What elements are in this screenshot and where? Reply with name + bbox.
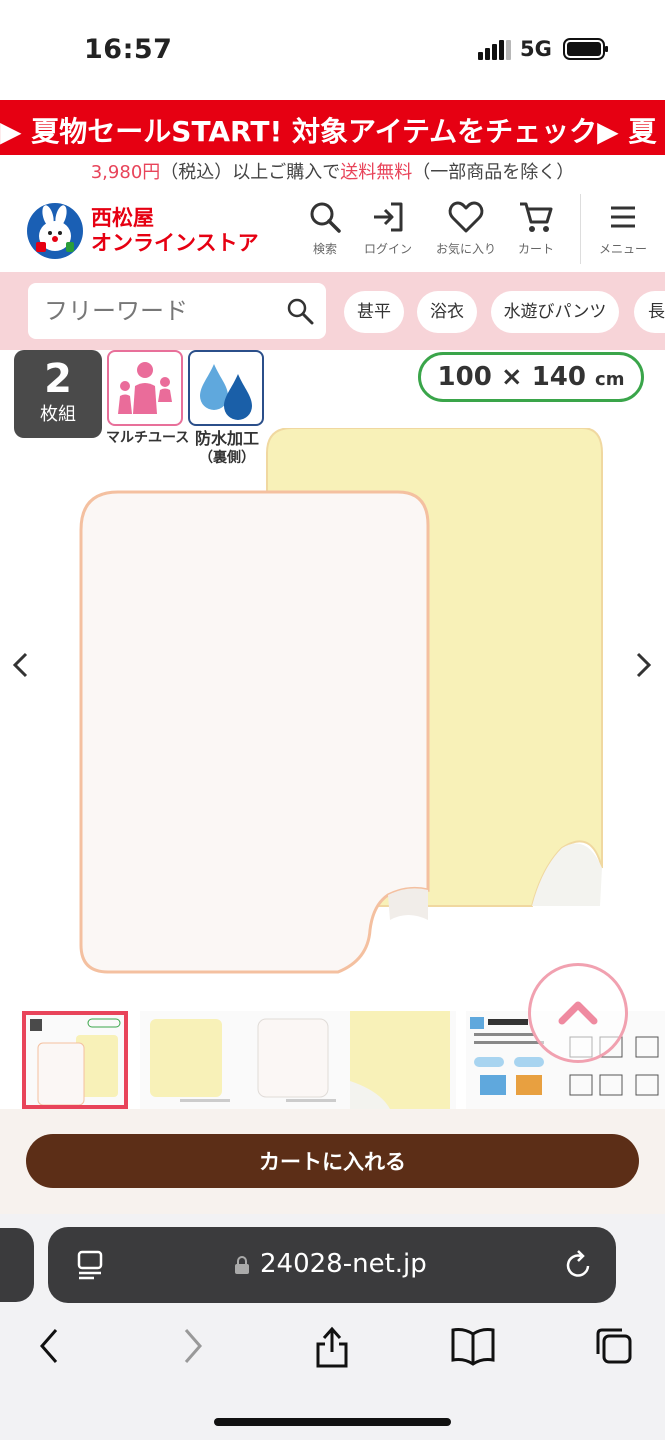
search-label: 検索 [312, 242, 337, 256]
header-cart-button[interactable]: カート [501, 200, 571, 264]
sale-banner-text: ▶ 夏物セールSTART! 対象アイテムをチェック▶ 夏 [0, 115, 657, 148]
thumbnail-2-image [150, 1019, 230, 1102]
shipping-notice: 3,980円（税込）以上ご購入で送料無料（一部商品を除く） [0, 158, 665, 192]
thumbnail-3[interactable] [246, 1011, 352, 1109]
address-bar[interactable]: 24028-net.jp [48, 1227, 616, 1303]
thumbnail-4-image [350, 1011, 450, 1109]
login-icon [374, 202, 403, 232]
keyword-chip-swim-pants[interactable]: 水遊びパンツ [491, 291, 619, 333]
reload-icon[interactable] [564, 1249, 594, 1281]
waterproof-label: 防水加工 [194, 429, 259, 448]
header-search-button[interactable]: 検索 [290, 200, 360, 264]
back-arrow-icon[interactable] [30, 1326, 70, 1366]
bookmarks-icon[interactable] [450, 1326, 496, 1366]
white-sheet-image [79, 490, 430, 974]
forward-arrow-icon[interactable] [172, 1326, 212, 1366]
set-count-badge: 2 枚組 [14, 350, 102, 438]
add-to-cart-button[interactable]: カートに入れる [26, 1134, 639, 1188]
add-to-cart-bar: カートに入れる [0, 1109, 665, 1214]
cart-icon [520, 202, 553, 232]
size-badge: 100 × 140 cm [418, 352, 644, 402]
page-menu-icon[interactable] [76, 1249, 106, 1281]
search-bar-row: 甚平 浴衣 水遊びパンツ 長 [0, 272, 665, 350]
lock-icon [235, 1256, 249, 1274]
shipping-threshold: 3,980円 [90, 162, 161, 183]
menu-label: メニュー [598, 242, 647, 256]
logo-line-1: 西松屋 [91, 206, 154, 230]
logo-line-2: オンラインストア [91, 231, 259, 255]
header-login-button[interactable]: ログイン [353, 200, 423, 264]
multi-use-label: マルチユース [106, 430, 190, 446]
set-count-unit: 枚組 [40, 404, 76, 425]
chevron-up-icon [558, 1001, 598, 1025]
cart-label: カート [517, 242, 554, 256]
search-icon [310, 202, 341, 233]
keyword-chip-partial[interactable]: 長 [634, 291, 665, 333]
search-box[interactable] [28, 283, 326, 339]
tabs-icon[interactable] [594, 1326, 634, 1366]
battery-icon [563, 38, 608, 60]
home-indicator [214, 1418, 451, 1426]
set-count-number: 2 [44, 356, 72, 402]
browser-toolbar: 24028-net.jp [0, 1214, 665, 1440]
header-favorite-button[interactable]: お気に入り [431, 200, 501, 264]
header-menu-button[interactable]: メニュー [588, 200, 658, 264]
keyword-chip-yukata[interactable]: 浴衣 [417, 291, 477, 333]
login-label: ログイン [363, 242, 412, 256]
status-time: 16:57 [84, 34, 173, 65]
thumbnail-3-image [257, 1018, 336, 1102]
rabbit-logo-icon[interactable] [26, 202, 84, 260]
search-input[interactable] [44, 293, 284, 329]
keyword-chip-jinbei[interactable]: 甚平 [344, 291, 404, 333]
water-drop-icon [200, 364, 252, 420]
next-image-arrow-icon[interactable] [628, 650, 658, 680]
previous-image-arrow-icon[interactable] [6, 650, 36, 680]
size-unit: cm [595, 369, 625, 390]
sale-banner[interactable]: ▶ 夏物セールSTART! 対象アイテムをチェック▶ 夏 [0, 100, 665, 155]
site-header: 西松屋 オンラインストア 検索 ログイン お気に入り カート メニュー [0, 192, 665, 272]
search-submit-icon[interactable] [286, 297, 314, 325]
thumbnail-2[interactable] [140, 1011, 246, 1109]
favorite-label: お気に入り [435, 242, 496, 256]
shipping-exclusion-note: （一部商品を除く） [412, 162, 575, 183]
thumbnail-1[interactable] [22, 1011, 128, 1109]
header-divider [580, 194, 581, 264]
shipping-free-text: 送料無料 [340, 162, 413, 183]
waterproof-feature-icon [188, 350, 264, 426]
hamburger-menu-icon [611, 206, 635, 228]
thumbnail-1-image [30, 1018, 121, 1105]
signal-icon [478, 40, 511, 60]
waterproof-note: （裏側） [199, 450, 255, 466]
network-type: 5G [520, 37, 552, 61]
site-logo-text[interactable]: 西松屋 オンラインストア [91, 206, 259, 256]
product-image-gallery[interactable]: 2 枚組 マルチユース 防水加工 （裏側） 100 × 140 cm [0, 350, 665, 1005]
url-text: 24028-net.jp [260, 1249, 427, 1279]
status-bar: 16:57 5G [0, 0, 665, 100]
size-value: 100 × 140 [437, 362, 586, 392]
multi-use-feature-icon [107, 350, 183, 426]
scroll-to-top-button[interactable] [528, 963, 628, 1063]
thumbnail-4[interactable] [350, 1011, 456, 1109]
family-icon [118, 362, 172, 414]
share-icon[interactable] [312, 1324, 352, 1368]
shipping-tax-text: （税込）以上ご購入で [160, 162, 341, 183]
previous-tab-preview[interactable] [0, 1228, 34, 1302]
heart-icon [448, 201, 484, 233]
